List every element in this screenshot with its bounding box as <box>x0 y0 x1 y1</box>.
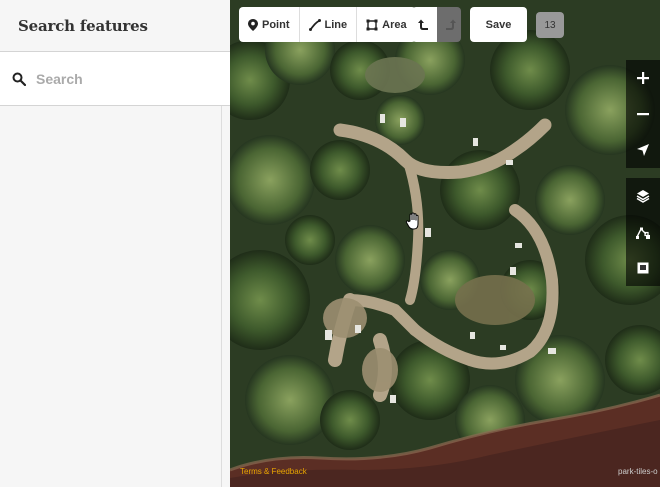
undo-redo-group <box>412 7 461 42</box>
map-data-button[interactable] <box>626 214 660 250</box>
sidebar-title: Search features <box>18 16 148 35</box>
area-icon <box>366 19 378 30</box>
terms-feedback-link[interactable]: Terms & Feedback <box>240 467 307 476</box>
minus-icon <box>637 113 649 116</box>
map-controls <box>626 60 660 286</box>
search-bar[interactable] <box>0 52 230 106</box>
map-issues-button[interactable] <box>626 250 660 286</box>
search-input[interactable] <box>36 70 206 87</box>
top-toolbar: Point Line Area <box>239 7 416 42</box>
point-label: Point <box>262 18 290 31</box>
sidebar-scrollbar[interactable] <box>221 106 222 487</box>
add-point-button[interactable]: Point <box>239 7 300 42</box>
undo-button[interactable] <box>412 7 437 42</box>
zoom-controls <box>626 60 660 168</box>
zoom-in-button[interactable] <box>626 60 660 96</box>
redo-icon <box>445 19 456 30</box>
feature-list <box>0 106 230 487</box>
layers-icon <box>636 190 650 203</box>
issues-icon <box>637 262 649 274</box>
edit-count-badge: 13 <box>536 12 564 38</box>
imagery-credit: park-tiles-o <box>618 467 658 476</box>
sidebar-header: Search features <box>0 0 230 52</box>
geolocate-button[interactable] <box>626 132 660 168</box>
redo-button[interactable] <box>437 7 461 42</box>
add-area-button[interactable]: Area <box>357 7 415 42</box>
line-label: Line <box>324 18 348 31</box>
line-icon <box>308 18 321 31</box>
point-icon <box>248 18 258 31</box>
plus-icon <box>637 72 649 84</box>
add-feature-group: Point Line Area <box>239 7 416 42</box>
background-layers-button[interactable] <box>626 178 660 214</box>
satellite-imagery <box>230 0 660 487</box>
area-label: Area <box>382 18 407 31</box>
hand-cursor-icon <box>405 212 419 230</box>
search-icon <box>12 72 26 86</box>
map-data-icon <box>636 227 650 239</box>
save-button[interactable]: Save <box>470 7 527 42</box>
map-canvas[interactable] <box>230 0 660 487</box>
location-arrow-icon <box>637 144 649 156</box>
zoom-out-button[interactable] <box>626 96 660 132</box>
map-panel-controls <box>626 178 660 286</box>
undo-icon <box>418 19 428 30</box>
add-line-button[interactable]: Line <box>300 7 358 42</box>
